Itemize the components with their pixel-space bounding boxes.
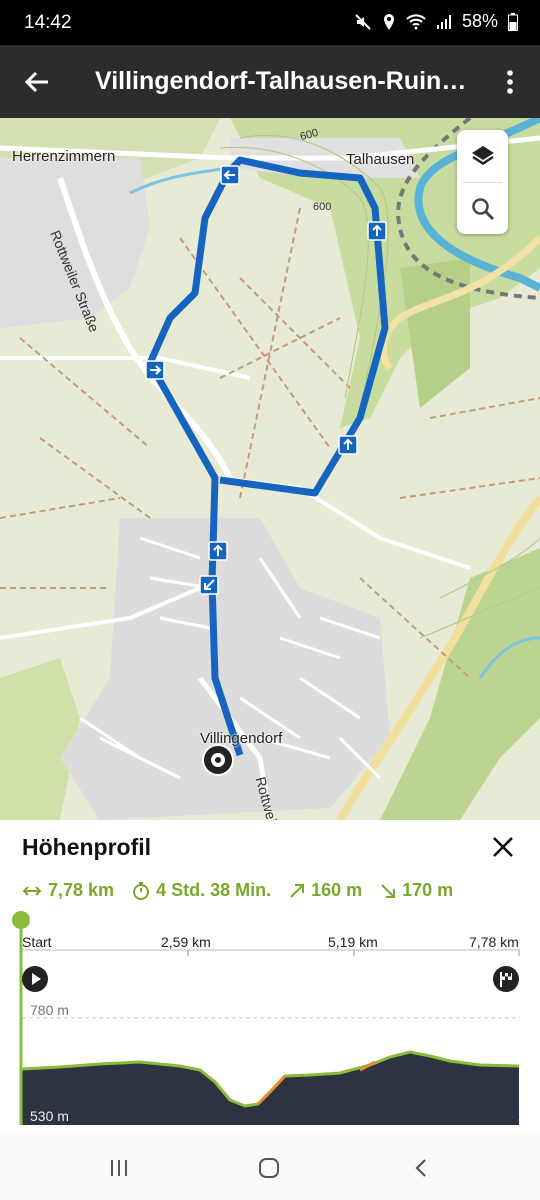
descent-stat: 170 m [380, 880, 453, 901]
descent-value: 170 m [402, 880, 454, 900]
ascent-stat: 160 m [289, 880, 362, 901]
descent-icon [381, 883, 396, 898]
status-bar: 14:42 58% [0, 0, 540, 45]
distance-icon [22, 885, 42, 896]
app-bar: Villingendorf-Talhausen-Ruine... [0, 45, 540, 118]
map-view[interactable]: Herrenzimmern Talhausen Villingendorf Ro… [0, 118, 540, 820]
location-icon [382, 13, 396, 31]
more-options-icon[interactable] [500, 67, 520, 97]
elevation-max-label: 780 m [30, 1002, 69, 1018]
close-icon[interactable] [490, 834, 516, 860]
tour-title: Villingendorf-Talhausen-Ruine... [95, 67, 475, 95]
battery-text: 58% [461, 11, 498, 31]
home-icon[interactable] [254, 1153, 284, 1183]
distance-stat: 7,78 km [22, 880, 114, 901]
search-icon[interactable] [457, 183, 508, 234]
map-controls [457, 130, 508, 234]
contour-label: 600 [313, 201, 332, 213]
status-time: 14:42 [24, 12, 72, 33]
wifi-icon [406, 13, 426, 30]
mute-icon [354, 13, 372, 31]
start-point-icon[interactable] [202, 744, 234, 776]
finish-flag-icon [493, 966, 519, 992]
elevation-profile[interactable]: Start 2,59 km 5,19 km 7,78 km 780 m 530 … [0, 910, 540, 1135]
battery-icon [508, 12, 518, 31]
elevation-sheet: Höhenprofil 7,78 km 4 Std. 38 Min. 160 m… [0, 820, 540, 1135]
layers-icon[interactable] [457, 130, 508, 181]
profile-chart [12, 911, 520, 1125]
elevation-title: Höhenprofil [22, 834, 152, 860]
tour-stats: 7,78 km 4 Std. 38 Min. 160 m 170 m [22, 880, 471, 901]
place-label-talhausen: Talhausen [346, 151, 415, 168]
duration-stat: 4 Std. 38 Min. [132, 880, 271, 901]
stopwatch-icon [133, 881, 150, 900]
recent-apps-icon[interactable] [104, 1153, 134, 1183]
signal-icon [436, 14, 452, 30]
duration-value: 4 Std. 38 Min. [156, 880, 272, 900]
ascent-icon [290, 883, 305, 898]
place-label-herrenzimmern: Herrenzimmern [12, 148, 116, 165]
elevation-min-label: 530 m [30, 1108, 69, 1124]
back-arrow-icon[interactable] [22, 67, 52, 97]
system-nav-bar [0, 1135, 540, 1200]
ascent-value: 160 m [311, 880, 363, 900]
back-icon[interactable] [406, 1153, 436, 1183]
play-icon [22, 966, 48, 992]
distance-value: 7,78 km [48, 880, 115, 900]
